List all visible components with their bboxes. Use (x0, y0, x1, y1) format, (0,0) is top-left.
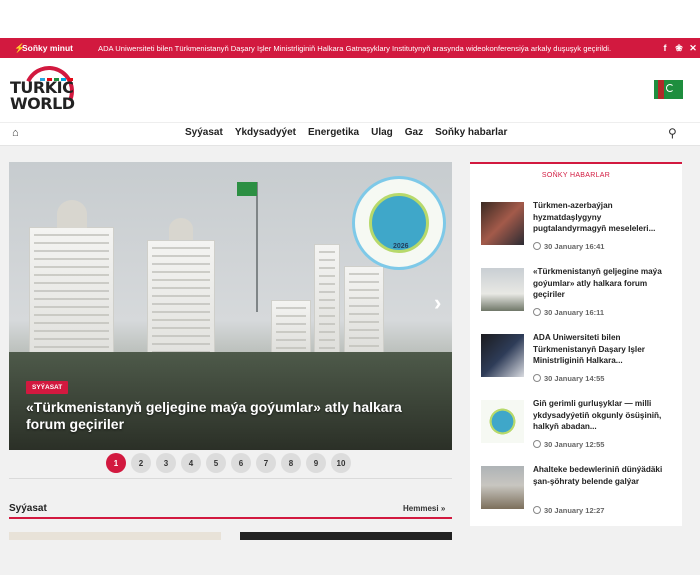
news-thumbnail[interactable] (481, 268, 524, 311)
page-button[interactable]: 6 (231, 453, 251, 473)
nav-menu: Syýasat Ykdysadyýet Energetika Ulag Gaz … (185, 127, 507, 138)
nav-item-ykdysadyyet[interactable]: Ykdysadyýet (235, 127, 296, 138)
seal-year: 2026 (393, 243, 409, 250)
news-date-text: 30 January 14:55 (544, 374, 605, 383)
main-navigation: ⌂ Syýasat Ykdysadyýet Energetika Ulag Ga… (0, 122, 700, 146)
news-date: 30 January 12:55 (533, 440, 675, 449)
news-title[interactable]: Giň gerimli gurluşyklar — milli ykdysady… (533, 398, 675, 433)
bolt-icon: ⚡ (14, 42, 26, 53)
clock-icon (533, 308, 541, 316)
section-title[interactable]: Syýasat (9, 503, 47, 514)
page-button[interactable]: 7 (256, 453, 276, 473)
double-chevron-right-icon: » (440, 504, 446, 513)
clock-icon (533, 374, 541, 382)
article-thumbnail[interactable] (9, 532, 221, 540)
clock-icon (533, 440, 541, 448)
see-all-link[interactable]: Hemmesi » (403, 504, 445, 513)
news-date: 30 January 16:11 (533, 308, 675, 317)
flagpole (256, 182, 258, 312)
news-thumbnail[interactable] (481, 400, 524, 443)
see-all-label: Hemmesi (403, 504, 439, 513)
hero-category-badge[interactable]: SYÝASAT (26, 381, 69, 394)
news-item[interactable]: Ahalteke bedewleriniň dünýädäki şan-şöhr… (481, 464, 677, 526)
site-header: TURKIC WORLD (0, 58, 700, 124)
news-thumbnail[interactable] (481, 334, 524, 377)
sidebar-heading: SOŇKY HABARLAR (541, 172, 611, 179)
page-button[interactable]: 2 (131, 453, 151, 473)
news-date: 30 January 14:55 (533, 374, 675, 383)
main-content: 2026 › SYÝASAT «Türkmenistanyň geljegine… (0, 146, 700, 575)
search-icon[interactable]: ⚲ (668, 126, 677, 140)
news-item[interactable]: ADA Uniwersiteti bilen Türkmenistanyň Da… (481, 332, 677, 394)
slider-pagination: 1 2 3 4 5 6 7 8 9 10 (106, 453, 351, 473)
nav-item-ulag[interactable]: Ulag (371, 127, 393, 138)
news-thumbnail[interactable] (481, 202, 524, 245)
nav-item-gaz[interactable]: Gaz (405, 127, 423, 138)
logo-text-bottom: WORLD (10, 94, 75, 113)
nav-item-energetika[interactable]: Energetika (308, 127, 359, 138)
article-thumbnail[interactable] (240, 532, 452, 540)
news-item[interactable]: Giň gerimli gurluşyklar — milli ykdysady… (481, 398, 677, 460)
news-thumbnail[interactable] (481, 466, 524, 509)
hero-slider[interactable]: 2026 › SYÝASAT «Türkmenistanyň geljegine… (9, 162, 452, 450)
next-slide-arrow-icon[interactable]: › (434, 290, 441, 316)
news-date: 30 January 16:41 (533, 242, 675, 251)
page-button[interactable]: 5 (206, 453, 226, 473)
nav-item-syyasat[interactable]: Syýasat (185, 127, 223, 138)
news-title[interactable]: Ahalteke bedewleriniň dünýädäki şan-şöhr… (533, 464, 675, 487)
page-button[interactable]: 9 (306, 453, 326, 473)
clock-icon (533, 506, 541, 514)
section-thumbnails (9, 532, 452, 540)
nav-item-latest-news[interactable]: Soňky habarlar (435, 127, 507, 138)
ticker-text[interactable]: ADA Uniwersiteti bilen Türkmenistanyň Da… (98, 44, 658, 53)
top-blank-strip (0, 0, 700, 38)
divider (9, 478, 452, 479)
ticker-label: Soňky minut (22, 43, 74, 53)
home-icon[interactable]: ⌂ (12, 127, 24, 141)
page-button[interactable]: 1 (106, 453, 126, 473)
news-date-text: 30 January 12:55 (544, 440, 605, 449)
news-title[interactable]: «Türkmenistanyň geljegine maýa goýumlar»… (533, 266, 675, 301)
hero-flag (237, 182, 257, 196)
news-date-text: 30 January 16:11 (544, 308, 605, 317)
twitter-icon[interactable]: ❀ (672, 43, 686, 54)
latest-news-sidebar: SOŇKY HABARLAR Türkmen-azerbaýjan hyzmat… (470, 162, 682, 526)
news-date-text: 30 January 16:41 (544, 242, 605, 251)
x-icon[interactable]: ✕ (686, 43, 700, 54)
news-date: 30 January 12:27 (533, 506, 675, 515)
news-title[interactable]: ADA Uniwersiteti bilen Türkmenistanyň Da… (533, 332, 675, 367)
clock-icon (533, 242, 541, 250)
page-button[interactable]: 3 (156, 453, 176, 473)
page-button[interactable]: 4 (181, 453, 201, 473)
news-item[interactable]: Türkmen-azerbaýjan hyzmatdaşlygyny pugta… (481, 200, 677, 262)
site-logo[interactable]: TURKIC WORLD (10, 58, 86, 124)
facebook-icon[interactable]: f (658, 43, 672, 53)
news-item[interactable]: «Türkmenistanyň geljegine maýa goýumlar»… (481, 266, 677, 328)
turkmenistan-flag-icon (654, 80, 683, 99)
news-title[interactable]: Türkmen-azerbaýjan hyzmatdaşlygyny pugta… (533, 200, 675, 235)
hero-title[interactable]: «Türkmenistanyň geljegine maýa goýumlar»… (26, 399, 436, 433)
page-button[interactable]: 10 (331, 453, 351, 473)
breaking-news-bar: ⚡ Soňky minut ADA Uniwersiteti bilen Tür… (0, 38, 700, 58)
page-button[interactable]: 8 (281, 453, 301, 473)
forum-seal-logo: 2026 (352, 176, 446, 270)
section-underline (9, 517, 452, 519)
news-date-text: 30 January 12:27 (544, 506, 605, 515)
building-tower (314, 244, 340, 364)
